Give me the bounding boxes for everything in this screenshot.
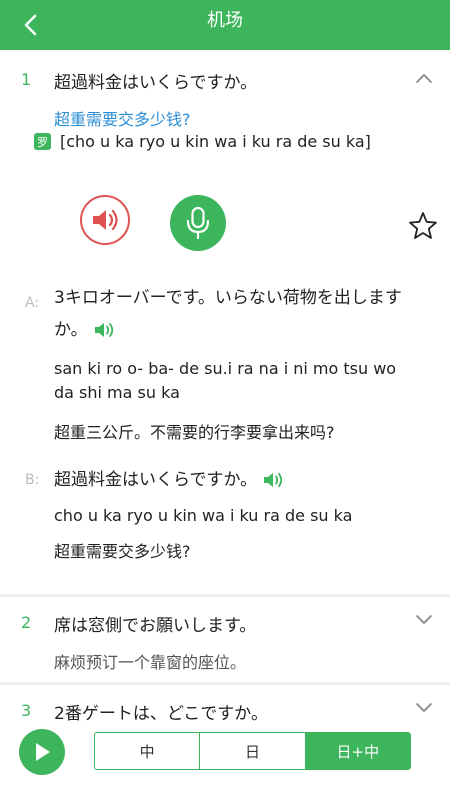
star-outline-icon (409, 212, 437, 239)
play-icon (36, 743, 50, 761)
phrase-card-2[interactable]: 2 席は窓側でお願いします。 麻烦预订一个靠窗的座位。 (0, 597, 450, 683)
dialogue-a-play-button[interactable] (94, 321, 116, 339)
phrase-number: 1 (21, 70, 32, 89)
phrase-chinese-link[interactable]: 超重需要交多少钱? (54, 106, 191, 130)
romaji-row: 罗 [cho u ka ryo u kin wa i ku ra de su k… (34, 132, 371, 151)
play-audio-button[interactable] (80, 195, 130, 245)
mode-japanese-chinese[interactable]: 日+中 (305, 733, 410, 769)
dialogue-b-play-button[interactable] (263, 471, 285, 489)
dialogue-b-romaji: cho u ka ryo u kin wa i ku ra de su ka (54, 506, 353, 525)
speaker-icon (93, 209, 118, 231)
favorite-button[interactable] (407, 210, 439, 242)
record-button[interactable] (170, 195, 226, 251)
page-title: 机场 (207, 10, 243, 31)
mode-chinese[interactable]: 中 (95, 733, 201, 769)
speaker-a-label: A: (25, 295, 40, 311)
mode-japanese[interactable]: 日 (200, 733, 306, 769)
dialogue-b-chinese: 超重需要交多少钱? (54, 542, 191, 561)
dialogue-b-japanese: 超過料金はいくらですか。 (54, 464, 414, 496)
expand-button[interactable] (412, 607, 436, 631)
play-all-button[interactable] (19, 729, 65, 775)
phrase-japanese: 2番ゲートは、どこですか。 (54, 704, 268, 724)
chevron-up-icon (416, 74, 432, 83)
dialogue-a-chinese: 超重三公斤。不需要的行李要拿出来吗? (54, 423, 335, 442)
phrase-number: 2 (21, 613, 32, 632)
collapse-button[interactable] (412, 66, 436, 90)
phrase-card-1: 1 超過料金はいくらですか。 超重需要交多少钱? 罗 [cho u ka ryo… (0, 52, 450, 595)
phrase-japanese: 超過料金はいくらですか。 (54, 73, 258, 93)
dialogue-a-romaji: san ki ro o- ba- de su.i ra na i ni mo t… (54, 359, 397, 402)
speaker-b-label: B: (25, 472, 40, 488)
chevron-down-icon (416, 615, 432, 624)
app-header: 机场 (0, 0, 450, 50)
speaker-icon (94, 323, 113, 337)
phrase-chinese: 麻烦预订一个靠窗的座位。 (54, 653, 247, 672)
microphone-icon (186, 206, 210, 240)
expand-button[interactable] (412, 695, 436, 719)
phrase-japanese: 席は窓側でお願いします。 (54, 616, 257, 636)
phrase-romaji: [cho u ka ryo u kin wa i ku ra de su ka] (60, 132, 371, 151)
romaji-badge: 罗 (34, 133, 51, 150)
chevron-down-icon (416, 703, 432, 712)
phrase-number: 3 (21, 701, 32, 720)
dialogue-b-japanese-text: 超過料金はいくらですか。 (54, 470, 258, 490)
speaker-icon (264, 473, 283, 487)
dialogue-a-japanese: 3キロオーバーです。いらない荷物を出しますか。 (54, 282, 414, 346)
language-mode-switch: 中 日 日+中 (94, 732, 411, 770)
